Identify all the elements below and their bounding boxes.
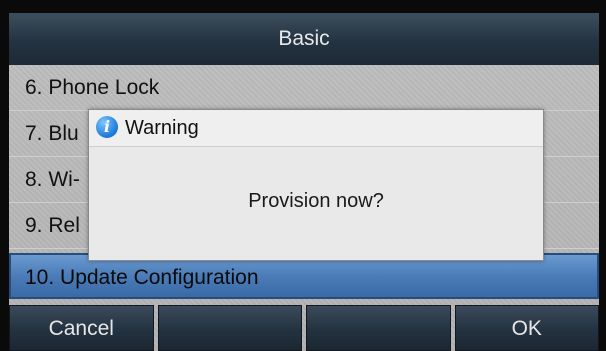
dialog-header: i Warning bbox=[89, 110, 543, 147]
phone-screen: Basic 6. Phone Lock 7. Blu 8. Wi- 9. Rel… bbox=[0, 0, 606, 351]
ok-softkey[interactable]: OK bbox=[454, 305, 599, 351]
menu-item-phone-lock[interactable]: 6. Phone Lock bbox=[9, 65, 599, 111]
softkey-bar: Cancel OK bbox=[9, 305, 599, 351]
lcd-display: Basic 6. Phone Lock 7. Blu 8. Wi- 9. Rel… bbox=[9, 13, 599, 351]
screen-title: Basic bbox=[9, 13, 599, 65]
softkey-3[interactable] bbox=[306, 305, 451, 351]
cancel-softkey[interactable]: Cancel bbox=[9, 305, 154, 351]
dialog-title: Warning bbox=[125, 117, 199, 139]
info-icon: i bbox=[96, 116, 118, 138]
warning-dialog: i Warning Provision now? bbox=[88, 109, 544, 261]
dialog-message: Provision now? bbox=[248, 190, 384, 212]
softkey-2[interactable] bbox=[157, 305, 302, 351]
